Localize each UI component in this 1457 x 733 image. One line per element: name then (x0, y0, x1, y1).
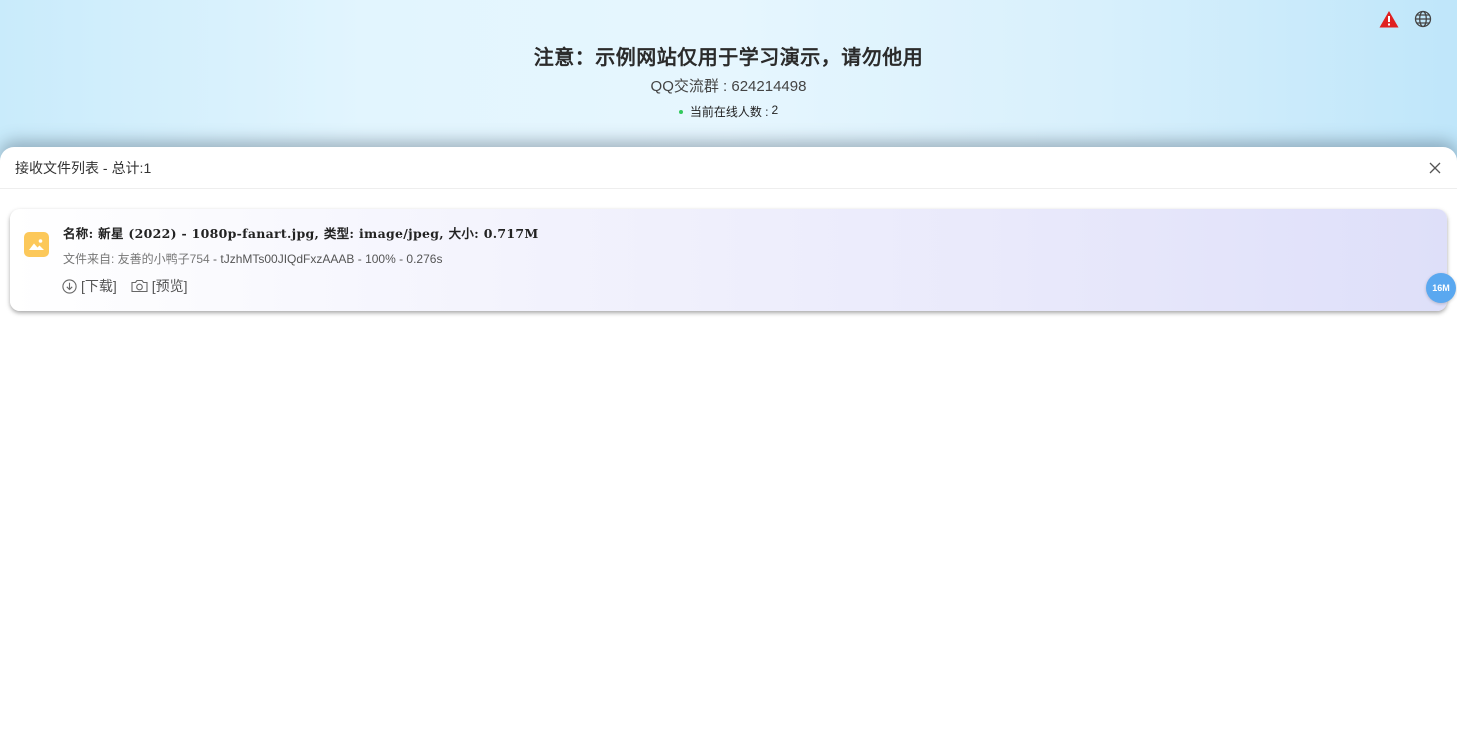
globe-icon[interactable] (1413, 9, 1433, 29)
notice-title: 注意：示例网站仅用于学习演示，请勿他用 (533, 47, 924, 69)
online-dot-icon (678, 109, 683, 114)
close-button[interactable] (1425, 158, 1445, 178)
top-icons (1379, 9, 1433, 29)
file-name-line: 名称: 新星 (2022) - 1080p-fanart.jpg, 类型: im… (63, 226, 539, 241)
file-source-line: 文件来自: 友善的小鸭子754 - tJzhMTs00JIQdFxzAAAB -… (63, 250, 442, 267)
file-card: 名称: 新星 (2022) - 1080p-fanart.jpg, 类型: im… (10, 209, 1447, 311)
page: 注意：示例网站仅用于学习演示，请勿他用 QQ交流群 : 624214498 当前… (0, 0, 1457, 733)
qq-group-text: QQ交流群 : 624214498 (650, 78, 807, 95)
preview-label: [预览] (151, 278, 188, 294)
file-source-prefix: 文件来自: 友善的小鸭子754 (63, 252, 210, 266)
file-source-detail: - tJzhMTs00JIQdFxzAAAB - 100% - 0.276s (209, 252, 443, 266)
drawer-title: 接收文件列表 - 总计:1 (15, 158, 151, 178)
drawer-header: 接收文件列表 - 总计:1 (0, 147, 1457, 189)
drawer-total: 总计:1 (111, 159, 152, 176)
preview-button[interactable]: [预览] (131, 276, 188, 296)
online-status: 当前在线人数 : 2 (0, 103, 1457, 120)
warning-icon[interactable] (1379, 9, 1399, 29)
download-button[interactable]: [下载] (62, 276, 117, 296)
drawer-title-label: 接收文件列表 - (15, 159, 108, 176)
online-count: 2 (771, 103, 779, 117)
download-label: [下载] (81, 278, 117, 294)
image-file-icon (24, 232, 49, 257)
received-files-drawer: 接收文件列表 - 总计:1 名称: 新星 (2022) - 1080p-fana… (0, 147, 1457, 733)
download-icon (62, 278, 77, 294)
file-actions: [下载] [预览] (62, 276, 188, 296)
size-badge[interactable]: 16M (1426, 273, 1456, 303)
camera-icon (131, 279, 148, 293)
online-label: 当前在线人数 : (689, 105, 769, 119)
close-icon (1429, 162, 1441, 173)
online-count-text: 当前在线人数 : 2 (690, 103, 778, 120)
